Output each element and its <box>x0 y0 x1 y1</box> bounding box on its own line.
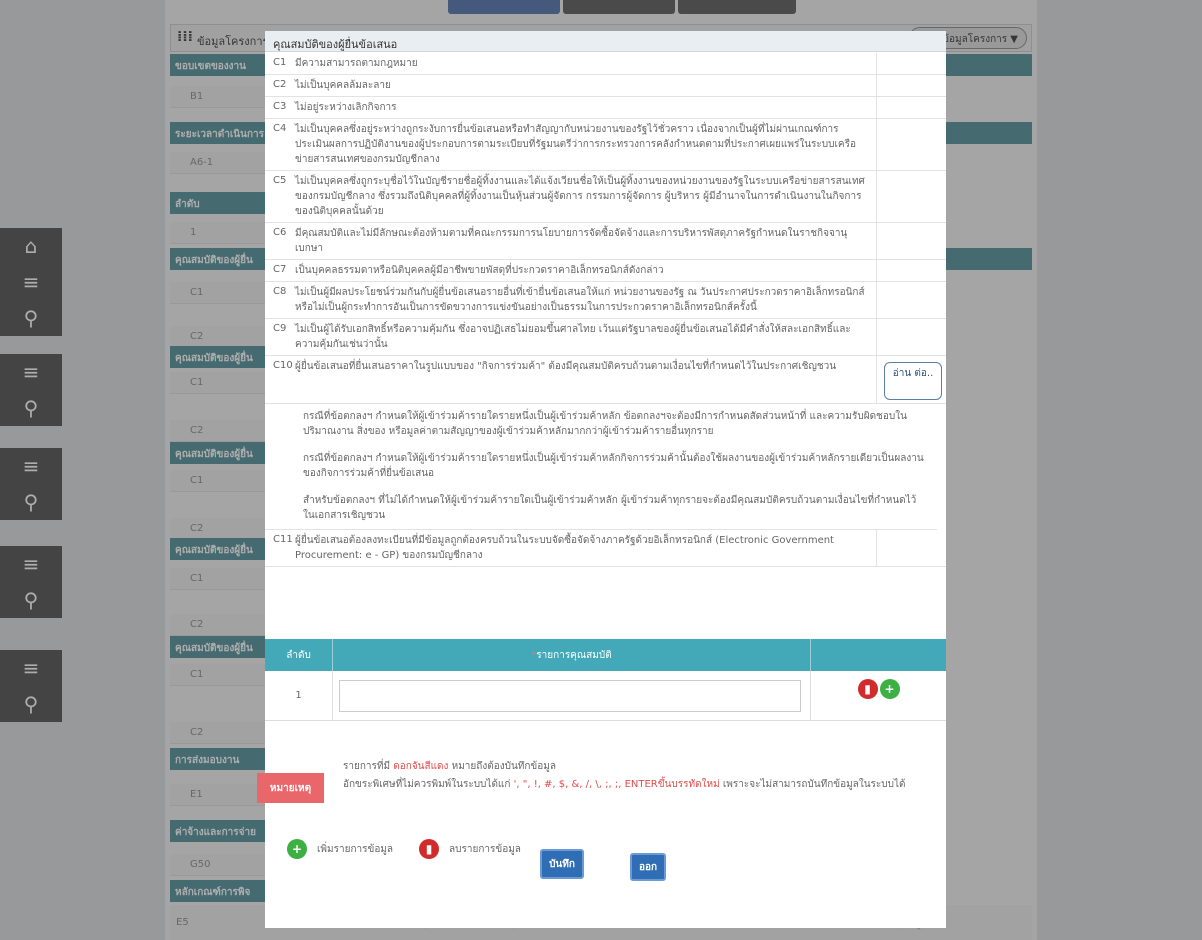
delete-row-icon[interactable]: ▮ <box>857 679 878 699</box>
qualification-text: ไม่เป็นผู้มีผลประโยชน์ร่วมกันกับผู้ยื่นข… <box>287 282 877 318</box>
add-row-icon[interactable]: + <box>879 679 900 699</box>
qualification-text: เป็นบุคคลธรรมดาหรือนิติบุคคลผู้มีอาชีพขา… <box>287 260 877 281</box>
add-icon: + <box>287 839 307 859</box>
note-text: เพราะจะไม่สามารถบันทึกข้อมูลในระบบได้ <box>719 779 906 790</box>
note-special-chars-line: อักขระพิเศษที่ไม่ควรพิมพ์ในระบบได้แก่ ',… <box>343 777 933 793</box>
qualification-row: C6 มีคุณสมบัติและไม่มีลักษณะต้องห้ามตามท… <box>265 223 946 260</box>
note-badge: หมายเหตุ <box>257 773 324 803</box>
qualification-table: ลำดับ * รายการคุณสมบัติ 1 ▮ + <box>265 639 946 721</box>
save-button[interactable]: บันทึก <box>540 849 584 879</box>
qualification-text: ไม่เป็นบุคคลซึ่งอยู่ระหว่างถูกระงับการยื… <box>287 119 877 170</box>
read-more-button[interactable]: อ่าน ต่อ.. <box>884 362 942 400</box>
qualification-row: C2 ไม่เป็นบุคคลล้มละลาย <box>265 75 946 97</box>
qualification-row: C8 ไม่เป็นผู้มีผลประโยชน์ร่วมกันกับผู้ยื… <box>265 282 946 319</box>
qualification-row: C10 ผู้ยื่นข้อเสนอที่ยื่นเสนอราคาในรูปแบ… <box>265 356 946 404</box>
qualification-list: C1 มีความสามารถตามกฎหมาย C2 ไม่เป็นบุคคล… <box>265 53 946 567</box>
modal-title: คุณสมบัติของผู้ยื่นข้อเสนอ <box>265 31 946 52</box>
qualification-code: C2 <box>273 79 287 90</box>
table-row: 1 ▮ + <box>265 671 946 721</box>
qualification-row: C1 มีความสามารถตามกฎหมาย <box>265 53 946 75</box>
qualification-item-input[interactable] <box>339 679 801 712</box>
column-header-actions <box>811 639 946 671</box>
qualification-row: C11 ผู้ยื่นข้อเสนอต้องลงทะเบียนที่มีข้อม… <box>265 530 946 567</box>
note-highlight: ', ", !, #, $, &, /, \, ;, ;, ENTERขึ้นบ… <box>513 779 720 790</box>
qualification-row: C3 ไม่อยู่ระหว่างเลิกกิจการ <box>265 97 946 119</box>
table-header: ลำดับ * รายการคุณสมบัติ <box>265 639 946 671</box>
qualification-code: C1 <box>273 57 287 68</box>
c10-detail-paragraph: กรณีที่ข้อตกลงฯ กำหนดให้ผู้เข้าร่วมค้ารา… <box>303 453 924 479</box>
note-text: หมายถึงต้องบันทึกข้อมูล <box>448 761 556 772</box>
qualification-code: C7 <box>273 264 287 275</box>
note-text: อักขระพิเศษที่ไม่ควรพิมพ์ในระบบได้แก่ <box>343 779 514 790</box>
legend-add: + เพิ่มรายการข้อมูล <box>287 839 393 859</box>
delete-icon: ▮ <box>419 839 439 859</box>
qualification-code: C9 <box>273 323 287 334</box>
column-header-item: * รายการคุณสมบัติ <box>333 639 811 671</box>
note-text: รายการที่มี <box>343 761 394 772</box>
c10-detail-block: กรณีที่ข้อตกลงฯ กำหนดให้ผู้เข้าร่วมค้ารา… <box>265 404 937 530</box>
c10-detail-paragraph: กรณีที่ข้อตกลงฯ กำหนดให้ผู้เข้าร่วมค้ารา… <box>303 411 907 437</box>
qualification-text: มีความสามารถตามกฎหมาย <box>287 53 877 74</box>
legend-delete-label: ลบรายการข้อมูล <box>449 843 521 855</box>
qualification-code: C6 <box>273 227 287 238</box>
legend-delete: ▮ ลบรายการข้อมูล <box>419 839 521 859</box>
qualification-text: ไม่อยู่ระหว่างเลิกกิจการ <box>287 97 877 118</box>
note-required-line: รายการที่มี ดอกจันสีแดง หมายถึงต้องบันทึ… <box>343 759 556 774</box>
qualification-row: C5 ไม่เป็นบุคคลซึ่งถูกระบุชื่อไว้ในบัญชี… <box>265 171 946 223</box>
column-header-order: ลำดับ <box>265 639 333 671</box>
qualification-text: มีคุณสมบัติและไม่มีลักษณะต้องห้ามตามที่ค… <box>287 223 877 259</box>
qualification-row: C7 เป็นบุคคลธรรมดาหรือนิติบุคคลผู้มีอาชี… <box>265 260 946 282</box>
note-highlight: ดอกจันสีแดง <box>393 761 449 772</box>
qualification-code: C5 <box>273 175 287 186</box>
row-index: 1 <box>265 671 333 720</box>
exit-button[interactable]: ออก <box>630 853 666 881</box>
qualification-modal: คุณสมบัติของผู้ยื่นข้อเสนอ C1 มีความสามา… <box>257 31 946 928</box>
qualification-text: ไม่เป็นบุคคลซึ่งถูกระบุชื่อไว้ในบัญชีราย… <box>287 171 877 222</box>
qualification-text: ผู้ยื่นข้อเสนอที่ยื่นเสนอราคาในรูปแบบของ… <box>287 356 877 403</box>
qualification-code: C10 <box>273 360 293 371</box>
qualification-text: ไม่เป็นบุคคลล้มละลาย <box>287 75 877 96</box>
qualification-text: ผู้ยื่นข้อเสนอต้องลงทะเบียนที่มีข้อมูลถู… <box>287 530 877 566</box>
qualification-row: C4 ไม่เป็นบุคคลซึ่งอยู่ระหว่างถูกระงับกา… <box>265 119 946 171</box>
qualification-code: C3 <box>273 101 287 112</box>
c10-detail-paragraph: สำหรับข้อตกลงฯ ที่ไม่ได้กำหนดให้ผู้เข้าร… <box>303 495 917 521</box>
column-header-item-label: รายการคุณสมบัติ <box>536 649 612 661</box>
qualification-row: C9 ไม่เป็นผู้ได้รับเอกสิทธิ์หรือความคุ้ม… <box>265 319 946 356</box>
qualification-code: C8 <box>273 286 287 297</box>
qualification-text: ไม่เป็นผู้ได้รับเอกสิทธิ์หรือความคุ้มกัน… <box>287 319 877 355</box>
legend-add-label: เพิ่มรายการข้อมูล <box>317 843 394 855</box>
qualification-code: C4 <box>273 123 287 134</box>
qualification-code: C11 <box>273 534 293 545</box>
